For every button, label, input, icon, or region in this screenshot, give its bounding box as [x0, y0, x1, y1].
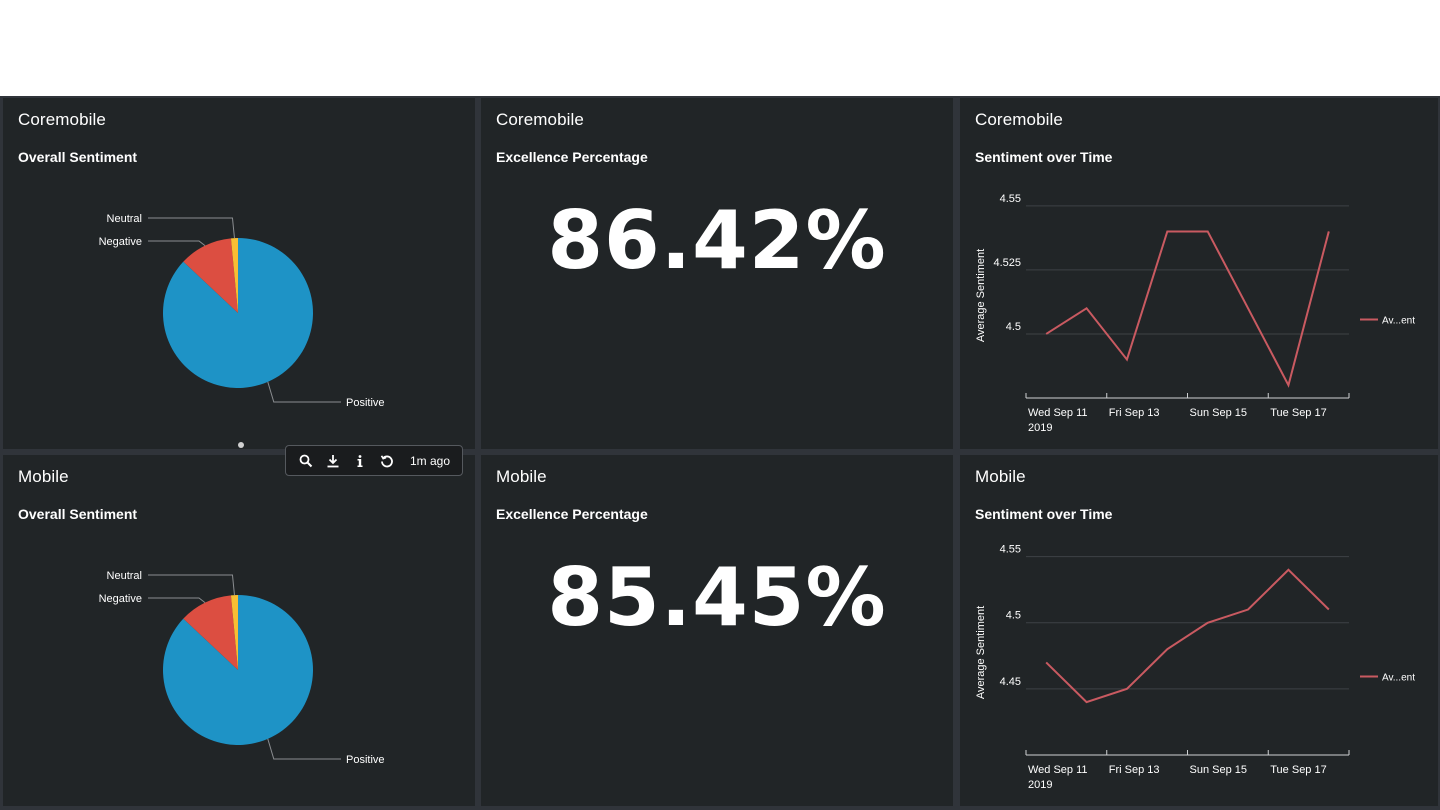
y-tick-label: 4.55 — [1000, 544, 1021, 556]
pie-leader-line — [148, 217, 235, 239]
excellence-value: 86.42% — [547, 194, 887, 287]
series-line — [1045, 230, 1330, 388]
refresh-icon[interactable] — [373, 446, 400, 475]
pie-leader-line — [267, 738, 341, 760]
line-chart[interactable]: 4.55 4.525 4.5 Average Sentiment Wed Sep 11 F… — [960, 98, 1438, 449]
y-axis-title: Average Sentiment — [975, 249, 987, 342]
y-axis-title: Average Sentiment — [975, 606, 987, 699]
dashboard: Coremobile Overall Sentiment Positive Neg… — [0, 96, 1440, 810]
pie-label-positive: Positive — [346, 397, 385, 409]
pie-label-negative: Negative — [99, 593, 142, 605]
pie-label-neutral: Neutral — [107, 213, 142, 225]
pie-chart[interactable]: Positive Negative Neutral — [3, 98, 475, 449]
x-tick-label: Sun Sep 15 — [1190, 407, 1248, 419]
pie-label-negative: Negative — [99, 236, 142, 248]
download-icon[interactable] — [319, 446, 346, 475]
info-icon[interactable] — [346, 446, 373, 475]
x-tick-label: Sun Sep 15 — [1190, 764, 1248, 776]
pie-leader-line — [148, 240, 206, 247]
pie-chart[interactable]: Positive Negative Neutral — [3, 455, 475, 806]
panel-mobile-sentiment-time: Mobile Sentiment over Time 4.55 4.5 4.45 Av… — [960, 455, 1438, 806]
pie-leader-line — [148, 574, 235, 596]
x-tick-label: Tue Sep 17 — [1270, 407, 1326, 419]
panel-title: Excellence Percentage — [496, 506, 648, 522]
panel-coremobile-sentiment-time: Coremobile Sentiment over Time 4.55 4.525… — [960, 98, 1438, 449]
legend-label: Av...ent — [1382, 673, 1415, 684]
panel-coremobile-sentiment-pie: Coremobile Overall Sentiment Positive Neg… — [3, 98, 475, 449]
panel-group-label: Coremobile — [496, 110, 584, 129]
pie-leader-line — [267, 381, 341, 403]
panel-mobile-sentiment-pie: Mobile Overall Sentiment Positive Negativ… — [3, 455, 475, 806]
x-tick-label: Fri Sep 13 — [1109, 764, 1160, 776]
search-icon[interactable] — [292, 446, 319, 475]
y-tick-label: 4.5 — [1006, 321, 1021, 333]
panel-toolbar: 1m ago — [285, 445, 463, 476]
x-tick-sublabel: 2019 — [1028, 422, 1052, 434]
panel-group-label: Mobile — [496, 467, 547, 486]
pie-label-neutral: Neutral — [107, 570, 142, 582]
y-tick-label: 4.5 — [1006, 610, 1021, 622]
excellence-value: 85.45% — [547, 551, 887, 644]
x-tick-label: Wed Sep 11 — [1028, 764, 1088, 776]
pie-leader-line — [148, 597, 206, 604]
y-tick-label: 4.45 — [1000, 676, 1021, 688]
panel-title: Excellence Percentage — [496, 149, 648, 165]
series-line — [1045, 568, 1330, 704]
y-tick-label: 4.525 — [993, 257, 1021, 269]
pie-label-positive: Positive — [346, 754, 385, 766]
x-tick-label: Fri Sep 13 — [1109, 407, 1160, 419]
y-tick-label: 4.55 — [1000, 193, 1021, 205]
last-refresh-time: 1m ago — [410, 453, 451, 468]
x-tick-label: Tue Sep 17 — [1270, 764, 1326, 776]
x-tick-label: Wed Sep 11 — [1028, 407, 1088, 419]
panel-mobile-excellence: Mobile Excellence Percentage 85.45% — [481, 455, 953, 806]
legend-label: Av...ent — [1382, 316, 1415, 327]
pager-dot[interactable] — [238, 442, 244, 448]
line-chart[interactable]: 4.55 4.5 4.45 Average Sentiment Wed Sep 11 Fr… — [960, 455, 1438, 806]
panel-coremobile-excellence: Coremobile Excellence Percentage 86.42% — [481, 98, 953, 449]
x-tick-sublabel: 2019 — [1028, 779, 1052, 791]
